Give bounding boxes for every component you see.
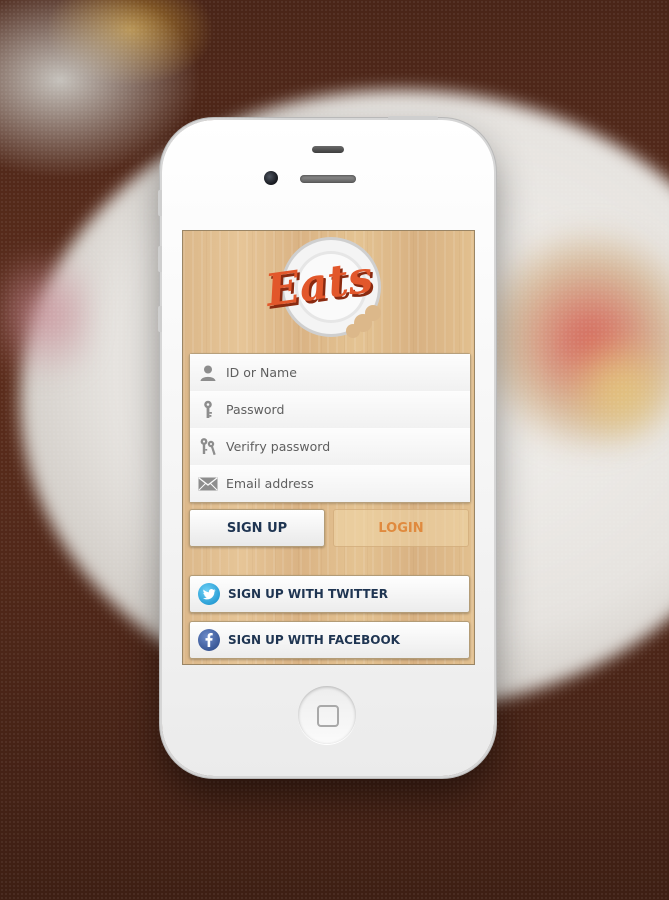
email-field-row	[190, 465, 470, 502]
mute-switch	[158, 190, 162, 216]
front-camera	[264, 171, 278, 185]
volume-up-button	[158, 246, 162, 272]
top-speaker	[312, 146, 344, 153]
twitter-signup-label: SIGN UP WITH TWITTER	[228, 587, 388, 601]
password-field-row	[190, 391, 470, 429]
sign-up-button[interactable]: SIGN UP	[189, 509, 325, 547]
sign-up-label: SIGN UP	[226, 520, 288, 536]
app-screen: Eats Eats ID or Name Email address SIGN …	[182, 230, 475, 665]
facebook-signup-button[interactable]: SIGN UP WITH FACEBOOK	[189, 621, 470, 659]
email-input[interactable]	[226, 476, 470, 491]
signup-form	[189, 353, 471, 503]
password-input[interactable]	[226, 402, 470, 417]
key-icon	[190, 400, 226, 420]
login-button[interactable]: LOGIN	[333, 509, 469, 547]
keys-icon	[190, 437, 226, 457]
twitter-icon	[198, 583, 220, 605]
eats-logo: Eats Eats	[265, 237, 381, 338]
home-button[interactable]	[298, 686, 356, 744]
volume-down-button	[158, 306, 162, 332]
verify-password-input[interactable]	[226, 439, 470, 454]
login-label: LOGIN	[378, 520, 424, 536]
twitter-signup-button[interactable]: SIGN UP WITH TWITTER	[189, 575, 470, 613]
verify-password-field-row	[190, 428, 470, 466]
earpiece	[300, 175, 356, 183]
power-button	[388, 116, 438, 120]
phone-mockup: Eats Eats ID or Name Email address SIGN …	[158, 116, 494, 776]
facebook-icon	[198, 629, 220, 651]
id-or-name-input[interactable]	[226, 365, 470, 380]
user-icon	[190, 364, 226, 382]
facebook-signup-label: SIGN UP WITH FACEBOOK	[228, 633, 400, 647]
id-field-row	[190, 354, 470, 392]
home-square-icon	[317, 705, 339, 727]
envelope-icon	[190, 476, 226, 491]
